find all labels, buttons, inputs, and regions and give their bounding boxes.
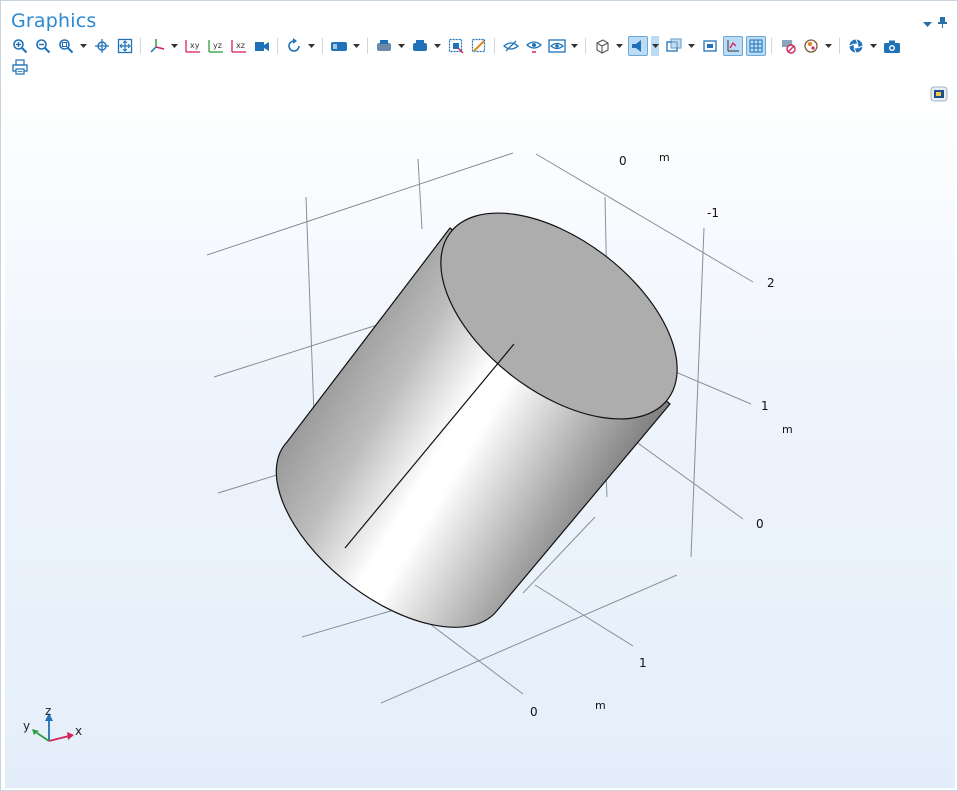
selection-box-icon[interactable] <box>329 36 349 56</box>
axis-views-dropdown-arrow[interactable] <box>170 36 178 56</box>
clear-selection-icon[interactable] <box>469 36 489 56</box>
image-snapshot-dropdown-arrow[interactable] <box>869 36 877 56</box>
selection-dropdown-arrow[interactable] <box>352 36 360 56</box>
axis-label-top-zero: 0 <box>619 154 627 168</box>
axis-label-right-one: 1 <box>761 399 769 413</box>
wireframe-icon[interactable] <box>592 36 612 56</box>
toolbar-separator <box>140 38 141 54</box>
triad-x-arrowhead <box>67 732 74 740</box>
zoom-out-icon[interactable] <box>33 36 53 56</box>
toolbar-separator <box>585 38 586 54</box>
camera-icon[interactable] <box>882 36 902 56</box>
pin-icon[interactable] <box>938 13 947 32</box>
toolbar-separator <box>277 38 278 54</box>
svg-text:xz: xz <box>236 41 245 50</box>
axis-label-right-zero: 0 <box>756 517 764 531</box>
zoom-box-icon[interactable] <box>56 36 76 56</box>
graphics-logo-icon <box>930 86 948 102</box>
rotate-dropdown-arrow[interactable] <box>307 36 315 56</box>
transparency-icon[interactable] <box>664 36 684 56</box>
yz-view-icon[interactable]: yz <box>206 36 226 56</box>
toolbar-separator <box>771 38 772 54</box>
xz-view-icon[interactable]: xz <box>229 36 249 56</box>
graphics-panel: Graphics xy yz xz 0 m -1 2 1 m 0 1 0 m z… <box>0 0 958 791</box>
panel-corner-controls <box>923 13 947 32</box>
triad-y-label: y <box>23 719 30 733</box>
axis-label-bottom-zero: 0 <box>530 705 538 719</box>
camera-view-icon[interactable] <box>252 36 272 56</box>
toolbar-separator <box>367 38 368 54</box>
visibility-icon[interactable] <box>547 36 567 56</box>
reset-hiding-icon[interactable] <box>778 36 798 56</box>
axis-label-bottom-one: 1 <box>639 656 647 670</box>
axis-unit-right: m <box>782 423 793 436</box>
triad-x-axis <box>48 735 70 742</box>
select-domains-icon[interactable] <box>410 36 430 56</box>
transparency-dropdown-arrow[interactable] <box>687 36 695 56</box>
xy-view-icon[interactable]: xy <box>183 36 203 56</box>
select-objects-icon[interactable] <box>374 36 394 56</box>
svg-text:yz: yz <box>213 41 222 50</box>
zoom-dropdown-arrow[interactable] <box>79 36 87 56</box>
visibility-dropdown-arrow[interactable] <box>570 36 578 56</box>
window-title: Graphics <box>11 10 97 32</box>
graphics-toolbar: xy yz xz <box>10 36 950 56</box>
panel-menu-icon[interactable] <box>923 13 932 32</box>
axis-views-icon[interactable] <box>147 36 167 56</box>
scene-light-icon[interactable] <box>801 36 821 56</box>
render-icon[interactable] <box>700 36 720 56</box>
axis-unit-top: m <box>659 151 670 164</box>
graphics-viewport[interactable]: 0 m -1 2 1 m 0 1 0 m z x y <box>5 79 955 788</box>
select-domains-dropdown-arrow[interactable] <box>433 36 441 56</box>
print-icon[interactable] <box>10 57 30 77</box>
triad-y-axis <box>36 732 50 742</box>
axis-label-top-neg1: -1 <box>707 206 719 220</box>
svg-text:xy: xy <box>190 41 200 50</box>
triad-x-label: x <box>75 724 82 738</box>
wireframe-dropdown-arrow[interactable] <box>615 36 623 56</box>
image-snapshot-icon[interactable] <box>846 36 866 56</box>
scene-light-dropdown-arrow[interactable] <box>824 36 832 56</box>
show-axis-icon[interactable] <box>723 36 743 56</box>
cylinder-geometry[interactable] <box>275 172 714 628</box>
triad-z-label: z <box>45 704 51 718</box>
coordinate-triad: z x y <box>23 704 82 742</box>
grid-icon[interactable] <box>746 36 766 56</box>
axis-label-right-two: 2 <box>767 276 775 290</box>
hide-icon[interactable] <box>501 36 521 56</box>
center-view-icon[interactable] <box>92 36 112 56</box>
rotate-icon[interactable] <box>284 36 304 56</box>
show-hidden-icon[interactable] <box>524 36 544 56</box>
toolbar-separator <box>494 38 495 54</box>
select-objects-dropdown-arrow[interactable] <box>397 36 405 56</box>
axis-unit-bottom: m <box>595 699 606 712</box>
zoom-extents-icon[interactable] <box>115 36 135 56</box>
toolbar-separator <box>839 38 840 54</box>
scene-3d[interactable]: 0 m -1 2 1 m 0 1 0 m z x y <box>5 79 955 788</box>
toolbar-separator <box>322 38 323 54</box>
zoom-in-icon[interactable] <box>10 36 30 56</box>
zoom-selection-icon[interactable] <box>446 36 466 56</box>
light-icon[interactable] <box>628 36 648 56</box>
light-dropdown-arrow[interactable] <box>651 36 659 56</box>
